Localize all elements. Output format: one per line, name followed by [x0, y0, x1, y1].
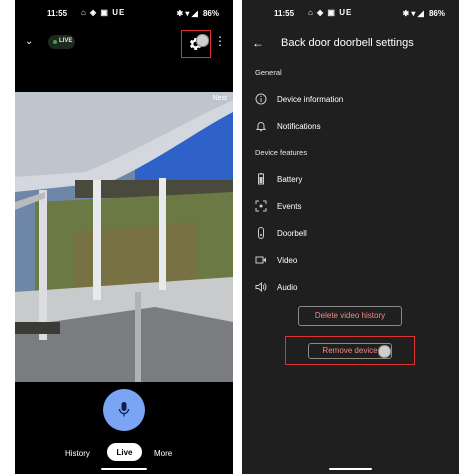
touch-indicator [378, 345, 391, 358]
battery-item[interactable]: Battery [242, 172, 459, 188]
system-icons: ✱ ▾ ◢ 86% [402, 9, 445, 18]
nav-more[interactable]: More [154, 449, 172, 458]
back-arrow-icon[interactable]: ← [252, 36, 264, 50]
notifications-label: Notifications [277, 122, 321, 131]
events-label: Events [277, 202, 302, 211]
section-device-features: Device features [255, 148, 308, 157]
nav-live-tab[interactable]: Live [107, 443, 142, 461]
status-bar: 11:55 ⌂ ◈ ▣ UE ✱ ▾ ◢ 86% [15, 6, 233, 22]
status-time: 11:55 [47, 9, 68, 18]
events-icon [255, 200, 267, 212]
carrier-label: UE [339, 8, 353, 17]
system-icons: ✱ ▾ ◢ 86% [176, 9, 219, 18]
battery-label: Battery [277, 175, 303, 184]
doorbell-item[interactable]: Doorbell [242, 226, 459, 242]
page-title: Back door doorbell settings [281, 37, 414, 49]
microphone-icon [118, 402, 130, 417]
battery-level: 86% [428, 9, 445, 18]
live-badge: LIVE [48, 35, 75, 49]
more-options-icon[interactable]: ⋮ [214, 35, 226, 47]
status-time: 11:55 [274, 9, 295, 18]
settings-screen: 11:55 ⌂ ◈ ▣ UE ✱ ▾ ◢ 86% ← Back door doo… [242, 0, 459, 474]
notification-icons: ⌂ ◈ ▣ UE [308, 8, 353, 17]
doorbell-icon [258, 227, 264, 239]
status-bar: 11:55 ⌂ ◈ ▣ UE ✱ ▾ ◢ 86% [242, 6, 459, 22]
notifications-item[interactable]: Notifications [242, 119, 459, 135]
device-information-label: Device information [277, 95, 344, 104]
collapse-chevron-icon[interactable]: ⌄ [25, 36, 33, 47]
video-icon [255, 256, 266, 264]
nav-history[interactable]: History [65, 449, 90, 458]
live-view-screen: 11:55 ⌂ ◈ ▣ UE ✱ ▾ ◢ 86% ⌄ LIVE ⋮ Nest H… [15, 0, 233, 474]
carrier-label: UE [112, 8, 126, 17]
device-information-item[interactable]: Device information [242, 92, 459, 108]
nav-live-label: Live [116, 448, 133, 457]
video-label: Video [277, 256, 298, 265]
delete-video-history-button[interactable]: Delete video history [298, 306, 402, 326]
audio-item[interactable]: Audio [242, 280, 459, 296]
audio-label: Audio [277, 283, 298, 292]
camera-feed [15, 92, 233, 382]
info-icon [255, 93, 267, 105]
battery-icon [258, 173, 264, 185]
section-general: General [255, 68, 282, 77]
live-dot-icon [53, 40, 57, 44]
video-item[interactable]: Video [242, 253, 459, 269]
home-indicator [329, 468, 372, 470]
events-item[interactable]: Events [242, 199, 459, 215]
touch-indicator [196, 34, 209, 47]
home-indicator [101, 468, 147, 470]
nest-watermark: Nest [212, 95, 227, 102]
doorbell-label: Doorbell [277, 229, 307, 238]
battery-level: 86% [202, 9, 219, 18]
notification-icons: ⌂ ◈ ▣ UE [81, 8, 126, 17]
talk-button[interactable] [103, 389, 145, 431]
bell-icon [255, 122, 267, 132]
speaker-icon [255, 281, 267, 293]
remove-device-highlight-box: Remove device [285, 336, 415, 365]
live-badge-label: LIVE [59, 38, 73, 44]
settings-highlight-box [181, 30, 211, 58]
